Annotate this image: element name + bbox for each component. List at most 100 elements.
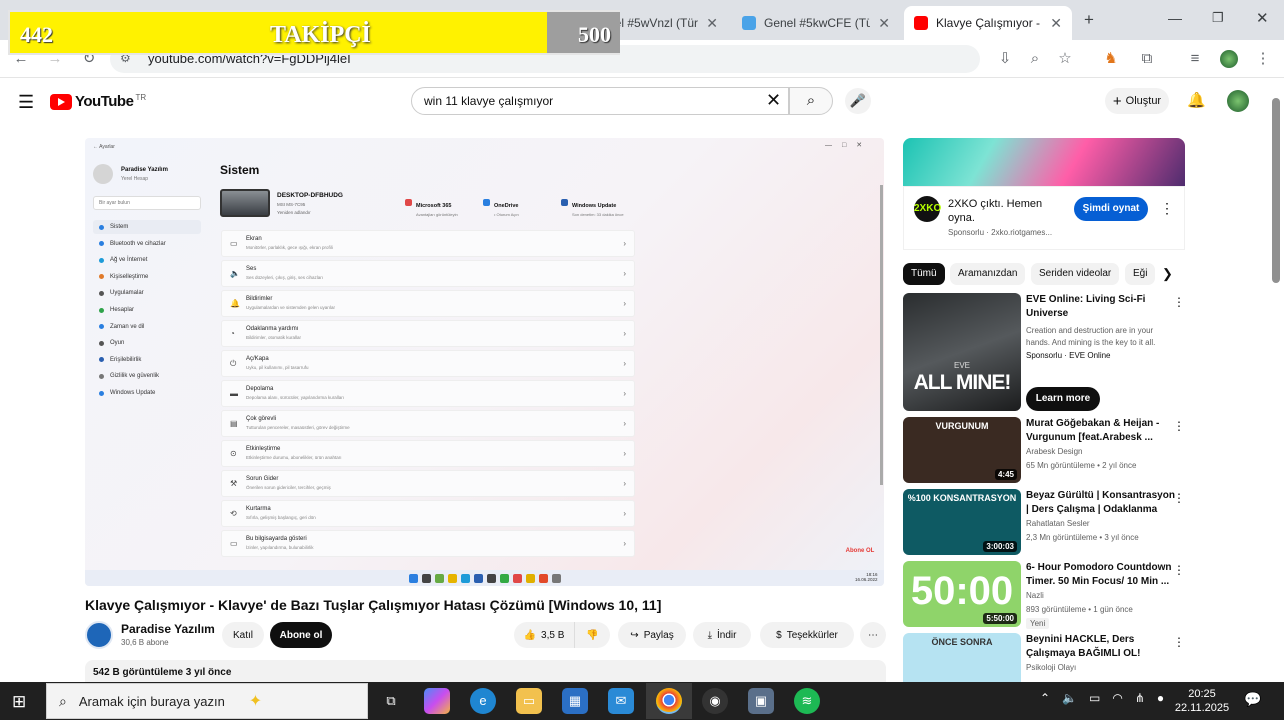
metamask-extension-icon[interactable]: ♞ [1100, 48, 1122, 70]
eve-ad[interactable]: EVE ALL MINE! EVE Online: Living Sci-Fi … [903, 293, 1193, 411]
task-view-icon[interactable]: ⧉ [378, 688, 404, 714]
thanks-button[interactable]: $ Teşekkürler [760, 622, 854, 648]
mic-tray-icon[interactable]: ● [1157, 691, 1164, 705]
settings-row-title: Sorun Gider [246, 476, 279, 482]
chevron-right-icon[interactable]: ❯ [1162, 266, 1173, 282]
settings-row-sub: Önerilen sorun gidericiler, tercihler, g… [246, 485, 331, 490]
join-button[interactable]: Katıl [222, 622, 264, 648]
network-icon[interactable]: ⋔ [1135, 691, 1145, 705]
page-scrollbar[interactable] [1272, 98, 1280, 283]
wifi-icon[interactable]: ◠ [1112, 691, 1122, 705]
tab-youtube[interactable]: Klavye Çalışmıyor - K ✕ [904, 6, 1072, 40]
voice-search-button[interactable]: 🎤 [845, 88, 871, 114]
profile-avatar-icon[interactable] [1220, 50, 1238, 68]
eve-ad-menu-icon[interactable]: ⋮ [1173, 295, 1185, 309]
battery-icon[interactable]: ▭ [1089, 691, 1100, 705]
video-menu-icon[interactable]: ⋮ [1173, 563, 1185, 577]
ad-menu-icon[interactable]: ⋮ [1160, 200, 1174, 217]
nav-item-label: Zaman ve dil [110, 323, 145, 330]
settings-row-sub: Depolama alanı, sürücüler, yapılandırma … [246, 395, 345, 400]
chip-from-search[interactable]: Aramanızdan [950, 263, 1026, 285]
install-app-icon[interactable]: ⇩ [994, 48, 1016, 70]
video-thumbnail[interactable]: 50:00 5:50:00 [903, 561, 1021, 627]
thumbnail-text: 50:00 [910, 569, 1014, 613]
account-avatar[interactable] [1227, 90, 1249, 112]
video-channel[interactable]: Psikoloji Olayı [1026, 663, 1076, 672]
nav-item-icon [99, 257, 104, 263]
close-window-icon[interactable]: ✕ [1256, 9, 1269, 27]
create-button[interactable]: + Oluştur [1105, 88, 1169, 114]
zoom-icon[interactable]: ⌕ [1024, 48, 1046, 70]
youtube-logo[interactable]: YouTube TR [50, 93, 146, 110]
download-button[interactable]: ⤓ İndir [693, 622, 751, 648]
app-window-icon[interactable]: ▣ [748, 688, 774, 714]
store-icon[interactable]: ▦ [562, 688, 588, 714]
notification-center-icon[interactable]: 💬 [1244, 691, 1261, 708]
video-title[interactable]: Beynini HACKLE, Ders Çalışmaya BAĞIMLI O… [1026, 633, 1176, 661]
spotify-icon[interactable]: ≋ [794, 688, 820, 714]
ad-banner-image[interactable] [903, 138, 1185, 186]
close-tab-icon[interactable]: ✕ [706, 15, 718, 32]
extensions-icon[interactable]: ⧉ [1136, 48, 1158, 70]
recommendation-item[interactable]: %100 KONSANTRASYON 3:00:03 Beyaz Gürültü |… [903, 489, 1193, 557]
hamburger-menu-icon[interactable]: ☰ [18, 92, 34, 113]
share-button[interactable]: ↪ Paylaş [618, 622, 686, 648]
notifications-bell-icon[interactable]: 🔔 [1187, 91, 1206, 109]
copilot-icon[interactable] [424, 688, 450, 714]
recommendation-item[interactable]: 50:00 5:50:00 6- Hour Pomodoro Countdown T… [903, 561, 1193, 629]
more-actions-button[interactable]: ⋯ [860, 622, 886, 648]
tray-overflow-icon[interactable]: ⌃ [1040, 691, 1050, 705]
obs-icon[interactable]: ◉ [702, 688, 728, 714]
taskbar-clock[interactable]: 20:25 22.11.2025 [1172, 687, 1232, 715]
video-player[interactable]: ← Ayarlar —□✕ Paradise Yazılım Yerel Hes… [85, 138, 884, 586]
thumbnail-text: %100 KONSANTRASYON [907, 493, 1017, 503]
outlook-icon[interactable]: ✉ [608, 688, 634, 714]
media-control-icon[interactable]: ≡ [1184, 48, 1206, 70]
recommendation-item[interactable]: VURGUNUM 4:45 Murat Göğebakan & Heijan - V… [903, 417, 1193, 485]
chip-educational[interactable]: Eği [1125, 263, 1155, 285]
subscribe-button[interactable]: Abone ol [270, 622, 332, 648]
file-explorer-icon[interactable]: ▭ [516, 688, 542, 714]
settings-nav-item: Bluetooth ve cihazlar [99, 241, 166, 247]
search-icon: ⌕ [59, 692, 67, 709]
channel-name[interactable]: Paradise Yazılım [121, 622, 215, 636]
maximize-icon[interactable]: ❐ [1212, 10, 1224, 26]
eve-ad-thumbnail[interactable]: EVE ALL MINE! [903, 293, 1021, 411]
video-channel[interactable]: Nazli [1026, 591, 1044, 600]
search-input[interactable]: win 11 klavye çalışmıyor [411, 87, 789, 115]
clear-search-icon[interactable]: ✕ [766, 90, 781, 111]
video-title[interactable]: Murat Göğebakan & Heijan - Vurgunum [fea… [1026, 417, 1176, 445]
channel-avatar[interactable] [85, 621, 113, 649]
ad-play-now-button[interactable]: Şimdi oynat [1074, 197, 1148, 221]
close-tab-icon[interactable]: ✕ [1050, 15, 1062, 32]
taskbar-search[interactable]: ⌕ Aramak için buraya yazın ✦ [46, 683, 368, 719]
video-menu-icon[interactable]: ⋮ [1173, 635, 1185, 649]
bookmark-star-icon[interactable]: ☆ [1054, 48, 1076, 70]
new-tab-button[interactable]: + [1084, 10, 1094, 30]
video-channel[interactable]: Arabesk Design [1026, 447, 1082, 456]
search-button[interactable]: ⌕ [789, 87, 833, 115]
chrome-icon[interactable] [656, 688, 682, 714]
video-title[interactable]: 6- Hour Pomodoro Countdown Timer. 50 Min… [1026, 561, 1176, 589]
video-title[interactable]: Beyaz Gürültü | Konsantrasyon | Ders Çal… [1026, 489, 1176, 517]
minimize-icon[interactable]: — [1168, 10, 1182, 26]
dislike-button[interactable]: 👎 [574, 622, 610, 648]
eve-ad-title[interactable]: EVE Online: Living Sci-Fi Universe [1026, 293, 1176, 321]
chip-all[interactable]: Tümü [903, 263, 945, 285]
settings-nav-item: Erişilebilirlik [99, 357, 141, 363]
video-menu-icon[interactable]: ⋮ [1173, 491, 1185, 505]
video-thumbnail[interactable]: %100 KONSANTRASYON 3:00:03 [903, 489, 1021, 555]
video-menu-icon[interactable]: ⋮ [1173, 419, 1185, 433]
chip-from-series[interactable]: Seriden videolar [1031, 263, 1120, 285]
windows-start-icon[interactable]: ⊞ [12, 692, 26, 712]
video-channel[interactable]: Rahatlatan Sesler [1026, 519, 1090, 528]
close-tab-icon[interactable]: ✕ [878, 15, 890, 32]
like-button[interactable]: 👍 3,5 B [514, 622, 574, 648]
learn-more-button[interactable]: Learn more [1026, 387, 1100, 411]
ad-title[interactable]: 2XKO çıktı. Hemen oyna. [948, 197, 1068, 225]
edge-icon[interactable]: e [470, 688, 496, 714]
tab-discord-2[interactable]: Genel #5kwCFE (Türk ✕ [732, 6, 900, 40]
video-thumbnail[interactable]: VURGUNUM 4:45 [903, 417, 1021, 483]
volume-icon[interactable]: 🔈 [1062, 691, 1077, 705]
chrome-menu-icon[interactable]: ⋮ [1252, 48, 1274, 70]
